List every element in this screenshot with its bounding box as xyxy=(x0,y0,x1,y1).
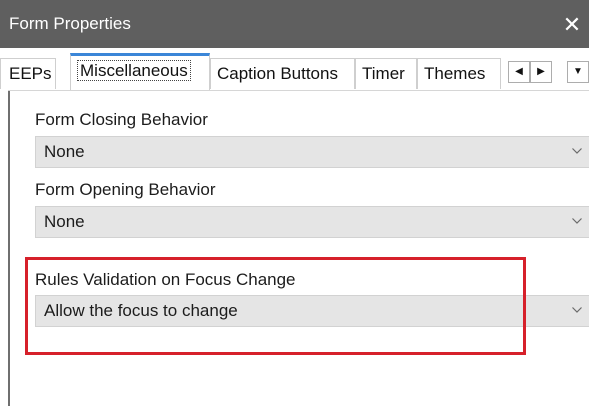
properties-panel: Form Closing Behavior None Form Opening … xyxy=(8,91,589,406)
tab-caption-buttons[interactable]: Caption Buttons xyxy=(210,58,355,89)
chevron-down-icon xyxy=(572,307,582,313)
tab-label: Themes xyxy=(424,64,486,83)
tab-eeps[interactable]: EEPs xyxy=(0,58,56,89)
form-opening-behavior-label: Form Opening Behavior xyxy=(35,180,216,199)
tab-label: EEPs xyxy=(9,64,52,83)
tab-label: Caption Buttons xyxy=(217,64,338,83)
chevron-down-icon xyxy=(572,148,582,154)
form-opening-behavior-dropdown[interactable]: None xyxy=(35,206,589,238)
overflow-menu-icon[interactable]: ▼ xyxy=(567,61,589,83)
tab-label: Timer xyxy=(362,64,405,83)
chevron-down-icon xyxy=(572,218,582,224)
tab-strip: EEPs Miscellaneous Caption Buttons Timer… xyxy=(0,48,589,91)
highlight-box xyxy=(25,257,526,355)
tab-timer[interactable]: Timer xyxy=(355,58,417,89)
window-title: Form Properties xyxy=(9,14,131,33)
dropdown-value: None xyxy=(44,142,85,161)
form-closing-behavior-label: Form Closing Behavior xyxy=(35,110,208,129)
title-bar: Form Properties ✕ xyxy=(0,0,589,48)
scroll-right-icon[interactable]: ▶ xyxy=(530,61,552,83)
dropdown-value: None xyxy=(44,212,85,231)
scroll-left-icon[interactable]: ◀ xyxy=(508,61,530,83)
tab-label: Miscellaneous xyxy=(77,60,191,81)
tab-themes[interactable]: Themes xyxy=(417,58,501,89)
tab-miscellaneous[interactable]: Miscellaneous xyxy=(70,53,210,90)
close-button[interactable]: ✕ xyxy=(555,8,589,42)
close-icon: ✕ xyxy=(562,12,582,37)
form-closing-behavior-dropdown[interactable]: None xyxy=(35,136,589,168)
